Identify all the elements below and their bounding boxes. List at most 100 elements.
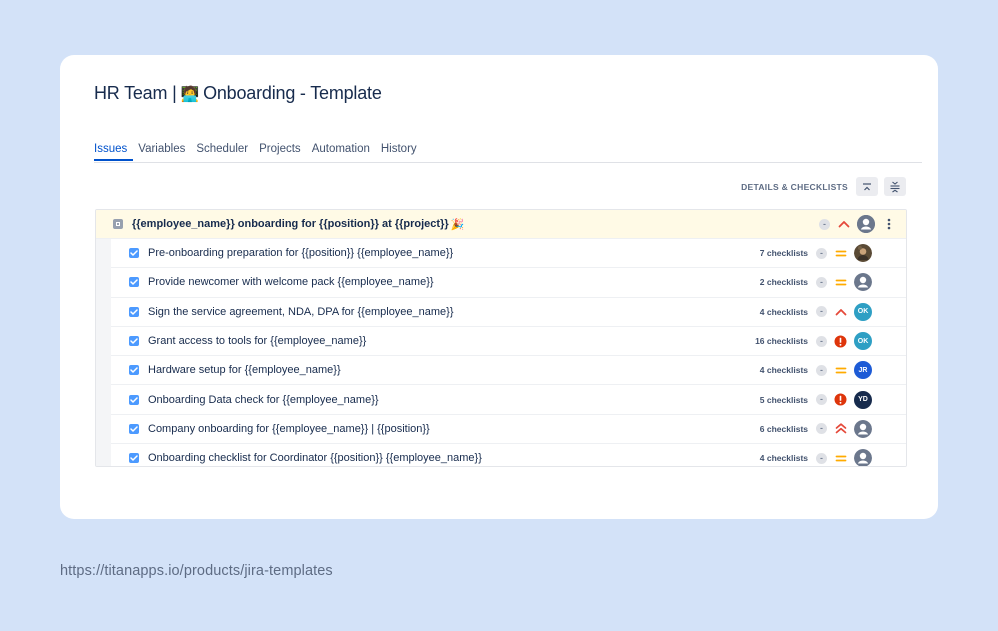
subtask-checkbox-icon — [129, 453, 139, 464]
details-checklists-label: DETAILS & CHECKLISTS — [741, 181, 848, 192]
tab-automation[interactable]: Automation — [307, 142, 376, 161]
child-issue-meta: 4 checklists - — [754, 444, 872, 466]
child-issue-meta: 4 checklists - JR — [754, 356, 872, 384]
tab-issues[interactable]: Issues — [94, 142, 134, 161]
technologist-emoji-icon: 🧑‍💻 — [180, 85, 200, 103]
page-title-prefix: HR Team | — [94, 83, 177, 103]
subtask-checkbox-icon — [129, 277, 139, 288]
user-initials-avatar[interactable]: OK — [854, 332, 872, 351]
child-issue-row[interactable]: Grant access to tools for {{employee_nam… — [111, 327, 906, 357]
unassigned-avatar-icon[interactable] — [854, 273, 872, 292]
child-issue-row[interactable]: Provide newcomer with welcome pack {{emp… — [111, 268, 906, 298]
child-issue-list: Pre-onboarding preparation for {{positio… — [111, 239, 906, 466]
priority-medium-icon — [834, 247, 847, 260]
unassigned-avatar-icon[interactable] — [854, 419, 872, 438]
child-issue-summary: Pre-onboarding preparation for {{positio… — [148, 247, 454, 260]
priority-blocker-icon — [834, 393, 847, 406]
collapse-all-button[interactable] — [856, 177, 878, 196]
avatar-initials: OK — [857, 308, 869, 316]
checklist-count: 4 checklists — [759, 365, 808, 376]
child-issue-meta: 7 checklists - — [754, 239, 872, 267]
issues-toolbar: DETAILS & CHECKLISTS — [741, 177, 906, 196]
child-issue-meta: 16 checklists - OK — [754, 327, 872, 355]
status-badge[interactable]: - — [816, 306, 827, 318]
subtask-checkbox-icon — [129, 248, 139, 259]
issues-table: {{employee_name}} onboarding for {{posit… — [95, 209, 907, 467]
page-title-suffix: Onboarding - Template — [203, 83, 382, 103]
page-title: HR Team | 🧑‍💻 Onboarding - Template — [94, 83, 382, 104]
child-issue-summary: Grant access to tools for {{employee_nam… — [148, 335, 367, 348]
child-issue-summary: Provide newcomer with welcome pack {{emp… — [148, 276, 434, 289]
source-url[interactable]: https://titanapps.io/products/jira-templ… — [60, 563, 333, 579]
child-issue-row[interactable]: Pre-onboarding preparation for {{positio… — [111, 239, 906, 269]
status-badge[interactable]: - — [816, 364, 827, 376]
child-issue-summary: Company onboarding for {{employee_name}}… — [148, 422, 430, 435]
child-issue-row[interactable]: Company onboarding for {{employee_name}}… — [111, 415, 906, 445]
subtask-checkbox-icon — [129, 423, 139, 434]
priority-blocker-icon — [834, 335, 847, 348]
avatar-initials: YD — [858, 396, 868, 404]
unassigned-avatar-icon[interactable] — [854, 449, 872, 466]
collapse-icon — [863, 182, 871, 190]
more-vertical-icon — [887, 218, 891, 230]
child-issue-summary: Onboarding Data check for {{employee_nam… — [148, 393, 379, 406]
child-issue-meta: 4 checklists - OK — [754, 298, 872, 326]
user-initials-avatar[interactable]: OK — [854, 302, 872, 321]
status-badge[interactable]: - — [816, 423, 827, 435]
status-badge[interactable]: - — [816, 276, 827, 288]
parent-issue-summary: {{employee_name}} onboarding for {{posit… — [132, 218, 449, 230]
checklist-count: 4 checklists — [759, 453, 808, 464]
party-popper-icon: 🎉 — [450, 218, 465, 231]
priority-medium-icon — [834, 364, 847, 377]
subtask-checkbox-icon — [129, 306, 139, 317]
tab-history[interactable]: History — [376, 142, 423, 161]
priority-medium-icon — [834, 452, 847, 465]
avatar-initials: JR — [858, 366, 868, 374]
checklist-count: 5 checklists — [759, 394, 808, 405]
subtask-checkbox-icon — [129, 336, 139, 347]
status-badge[interactable]: - — [816, 452, 827, 464]
checklist-count: 4 checklists — [759, 306, 808, 317]
status-badge[interactable]: - — [816, 247, 827, 259]
priority-medium-icon — [834, 276, 847, 289]
child-issue-row[interactable]: Sign the service agreement, NDA, DPA for… — [111, 298, 906, 327]
child-issue-row[interactable]: Onboarding checklist for Coordinator {{p… — [111, 444, 906, 466]
tab-variables[interactable]: Variables — [133, 142, 191, 161]
priority-high-icon — [837, 218, 850, 231]
unassigned-avatar-icon[interactable] — [857, 215, 875, 233]
child-issue-meta: 6 checklists - — [754, 415, 872, 443]
child-issue-summary: Onboarding checklist for Coordinator {{p… — [148, 452, 482, 465]
checklist-count: 7 checklists — [759, 248, 808, 259]
child-issue-row[interactable]: Onboarding Data check for {{employee_nam… — [111, 385, 906, 415]
expand-all-button[interactable] — [884, 177, 906, 196]
status-badge[interactable]: - — [816, 394, 827, 406]
tab-scheduler[interactable]: Scheduler — [191, 142, 254, 161]
subtask-checkbox-icon — [129, 365, 139, 376]
user-initials-avatar[interactable]: JR — [854, 361, 872, 380]
epic-icon — [113, 219, 123, 229]
more-actions-button[interactable] — [881, 215, 897, 233]
checklist-count: 2 checklists — [759, 277, 808, 288]
checklist-count: 16 checklists — [755, 336, 808, 347]
child-issue-meta: 5 checklists - YD — [754, 385, 872, 413]
parent-issue-meta: - — [819, 210, 897, 238]
avatar-initials: OK — [857, 337, 869, 345]
child-indent-gutter — [96, 239, 111, 466]
tab-projects[interactable]: Projects — [254, 142, 307, 161]
child-issue-meta: 2 checklists - — [754, 268, 872, 296]
status-badge[interactable]: - — [816, 335, 827, 347]
priority-high-icon — [834, 305, 847, 318]
checklist-count: 6 checklists — [759, 423, 808, 434]
template-card: HR Team | 🧑‍💻 Onboarding - Template Issu… — [60, 55, 938, 519]
user-photo-avatar[interactable] — [854, 244, 872, 263]
child-issue-summary: Sign the service agreement, NDA, DPA for… — [148, 305, 454, 318]
tab-bar: Issues Variables Scheduler Projects Auto… — [94, 142, 922, 163]
subtask-checkbox-icon — [129, 394, 139, 405]
status-badge[interactable]: - — [819, 218, 830, 230]
parent-issue-row[interactable]: {{employee_name}} onboarding for {{posit… — [96, 210, 906, 239]
user-initials-avatar[interactable]: YD — [854, 390, 872, 409]
child-issue-summary: Hardware setup for {{employee_name}} — [148, 364, 341, 377]
expand-icon — [890, 181, 900, 192]
child-issue-row[interactable]: Hardware setup for {{employee_name}} 4 ch… — [111, 356, 906, 386]
priority-highest-icon — [834, 422, 847, 435]
